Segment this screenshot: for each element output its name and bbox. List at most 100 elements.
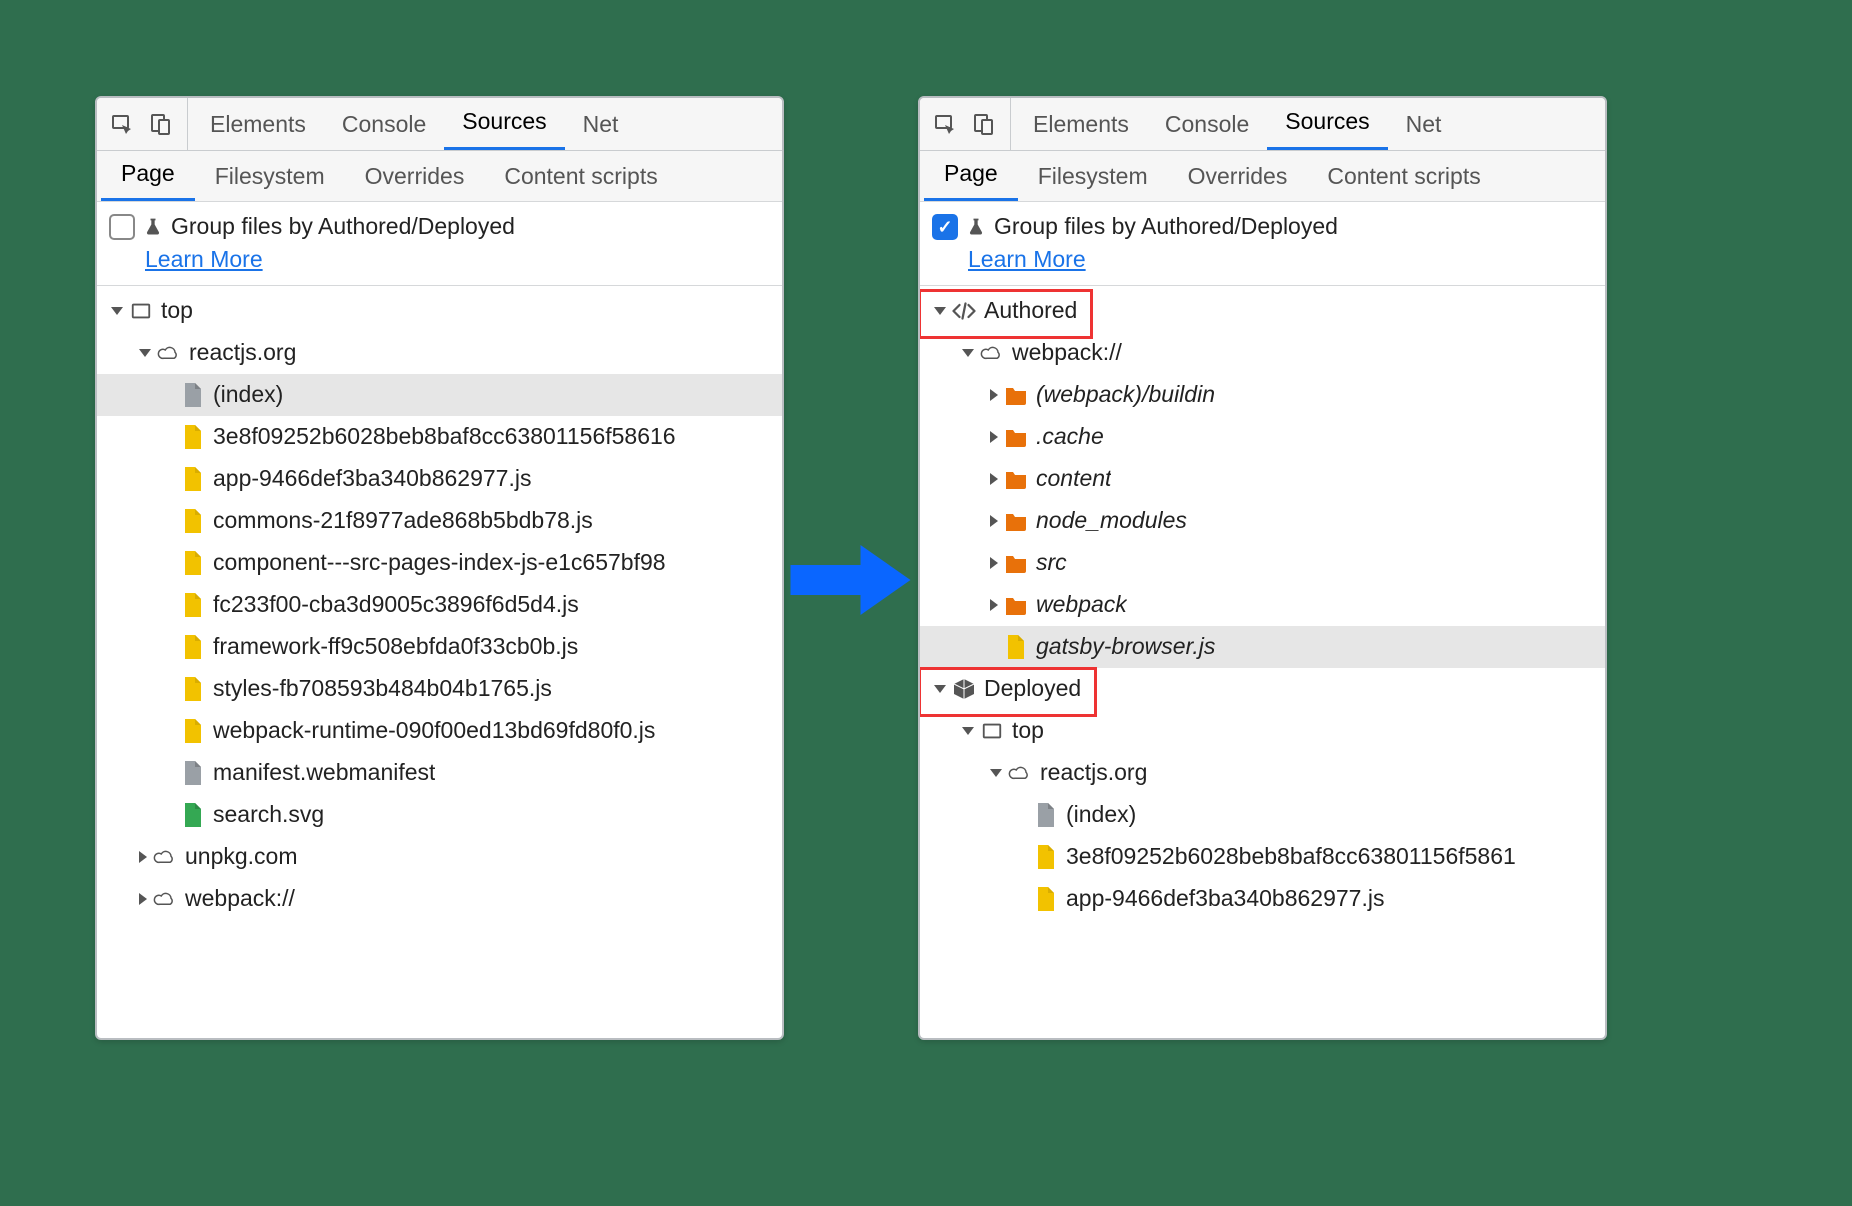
tree-node[interactable]: node_modules <box>920 500 1605 542</box>
group-label: Group files by Authored/Deployed <box>994 210 1338 243</box>
tab-net[interactable]: Net <box>565 98 637 150</box>
tree-node[interactable]: commons-21f8977ade868b5bdb78.js <box>97 500 782 542</box>
tree-node[interactable]: app-9466def3ba340b862977.js <box>920 878 1605 920</box>
group-option[interactable]: ✓ Group files by Authored/Deployed <box>932 210 1593 243</box>
chevron-down-icon[interactable] <box>990 769 1002 777</box>
doc-yellow-icon <box>1034 887 1058 911</box>
tree-label: Deployed <box>984 675 1081 702</box>
tree-node[interactable]: search.svg <box>97 794 782 836</box>
tree-label: Authored <box>984 297 1077 324</box>
doc-yellow-icon <box>181 425 205 449</box>
tree-node[interactable]: component---src-pages-index-js-e1c657bf9… <box>97 542 782 584</box>
tree-label: webpack <box>1036 591 1127 618</box>
tree-node[interactable]: (index) <box>97 374 782 416</box>
chevron-down-icon[interactable] <box>962 727 974 735</box>
tree-node[interactable]: webpack-runtime-090f00ed13bd69fd80f0.js <box>97 710 782 752</box>
chevron-down-icon[interactable] <box>962 349 974 357</box>
chevron-right-icon[interactable] <box>990 599 998 611</box>
tree-node[interactable]: app-9466def3ba340b862977.js <box>97 458 782 500</box>
tree-node[interactable]: reactjs.org <box>97 332 782 374</box>
tree-node[interactable]: Deployed <box>920 668 1605 710</box>
chevron-down-icon[interactable] <box>139 349 151 357</box>
tree-label: framework-ff9c508ebfda0f33cb0b.js <box>213 633 578 660</box>
tree-node[interactable]: gatsby-browser.js <box>920 626 1605 668</box>
chevron-right-icon[interactable] <box>990 389 998 401</box>
subtab-content-scripts[interactable]: Content scripts <box>484 151 677 201</box>
chevron-right-icon[interactable] <box>990 431 998 443</box>
devtools-top-tabstrip: ElementsConsoleSourcesNet <box>97 98 782 151</box>
chevron-down-icon[interactable] <box>111 307 123 315</box>
tree-node[interactable]: Authored <box>920 290 1605 332</box>
tree-node[interactable]: webpack <box>920 584 1605 626</box>
tree-node[interactable]: webpack:// <box>920 332 1605 374</box>
tab-net[interactable]: Net <box>1388 98 1460 150</box>
tree-node[interactable]: webpack:// <box>97 878 782 920</box>
tree-label: .cache <box>1036 423 1104 450</box>
tab-sources[interactable]: Sources <box>444 98 564 150</box>
subtab-overrides[interactable]: Overrides <box>1168 151 1308 201</box>
tree-node[interactable]: top <box>97 290 782 332</box>
device-toggle-icon[interactable] <box>972 112 996 136</box>
device-toggle-icon[interactable] <box>149 112 173 136</box>
subtab-overrides[interactable]: Overrides <box>345 151 485 201</box>
stage: ElementsConsoleSourcesNet PageFilesystem… <box>0 0 1852 1206</box>
tree-label: reactjs.org <box>1040 759 1147 786</box>
subtab-filesystem[interactable]: Filesystem <box>195 151 345 201</box>
tree-node[interactable]: reactjs.org <box>920 752 1605 794</box>
tree-label: webpack:// <box>185 885 295 912</box>
chevron-down-icon[interactable] <box>934 685 946 693</box>
chevron-right-icon[interactable] <box>990 557 998 569</box>
tree-node[interactable]: (webpack)/buildin <box>920 374 1605 416</box>
tree-node[interactable]: framework-ff9c508ebfda0f33cb0b.js <box>97 626 782 668</box>
devtools-toolbar-icons <box>97 98 188 150</box>
group-checkbox[interactable] <box>109 214 135 240</box>
flask-icon <box>966 217 986 237</box>
chevron-down-icon[interactable] <box>934 307 946 315</box>
tree-node[interactable]: styles-fb708593b484b04b1765.js <box>97 668 782 710</box>
doc-gray-icon <box>181 383 205 407</box>
tree-node[interactable]: 3e8f09252b6028beb8baf8cc63801156f58616 <box>97 416 782 458</box>
chevron-right-icon[interactable] <box>990 515 998 527</box>
inspect-icon[interactable] <box>111 112 135 136</box>
subtab-content-scripts[interactable]: Content scripts <box>1307 151 1500 201</box>
chevron-right-icon[interactable] <box>139 851 147 863</box>
tree-label: (webpack)/buildin <box>1036 381 1215 408</box>
doc-yellow-icon <box>181 635 205 659</box>
chevron-right-icon[interactable] <box>139 893 147 905</box>
tree-node[interactable]: top <box>920 710 1605 752</box>
tree-label: webpack-runtime-090f00ed13bd69fd80f0.js <box>213 717 655 744</box>
tree-node[interactable]: (index) <box>920 794 1605 836</box>
doc-gray-icon <box>1034 803 1058 827</box>
learn-more-link[interactable]: Learn More <box>968 243 1086 276</box>
tab-elements[interactable]: Elements <box>192 98 324 150</box>
folder-icon <box>1004 551 1028 575</box>
tree-node[interactable]: 3e8f09252b6028beb8baf8cc63801156f5861 <box>920 836 1605 878</box>
subtab-page[interactable]: Page <box>924 151 1018 201</box>
tree-label: app-9466def3ba340b862977.js <box>213 465 531 492</box>
tree-label: top <box>161 297 193 324</box>
tree-node[interactable]: .cache <box>920 416 1605 458</box>
inspect-icon[interactable] <box>934 112 958 136</box>
cloud-icon <box>153 887 177 911</box>
tree-node[interactable]: src <box>920 542 1605 584</box>
cloud-icon <box>157 341 181 365</box>
group-option[interactable]: Group files by Authored/Deployed <box>109 210 770 243</box>
tab-sources[interactable]: Sources <box>1267 98 1387 150</box>
learn-more-link[interactable]: Learn More <box>145 243 263 276</box>
group-checkbox[interactable]: ✓ <box>932 214 958 240</box>
tree-node[interactable]: fc233f00-cba3d9005c3896f6d5d4.js <box>97 584 782 626</box>
subtab-page[interactable]: Page <box>101 151 195 201</box>
tree-node[interactable]: content <box>920 458 1605 500</box>
tab-console[interactable]: Console <box>324 98 444 150</box>
doc-yellow-icon <box>1004 635 1028 659</box>
subtab-filesystem[interactable]: Filesystem <box>1018 151 1168 201</box>
doc-yellow-icon <box>181 467 205 491</box>
tree-node[interactable]: manifest.webmanifest <box>97 752 782 794</box>
tab-console[interactable]: Console <box>1147 98 1267 150</box>
cloud-icon <box>980 341 1004 365</box>
tree-node[interactable]: unpkg.com <box>97 836 782 878</box>
tab-elements[interactable]: Elements <box>1015 98 1147 150</box>
code-icon <box>952 299 976 323</box>
folder-icon <box>1004 383 1028 407</box>
chevron-right-icon[interactable] <box>990 473 998 485</box>
